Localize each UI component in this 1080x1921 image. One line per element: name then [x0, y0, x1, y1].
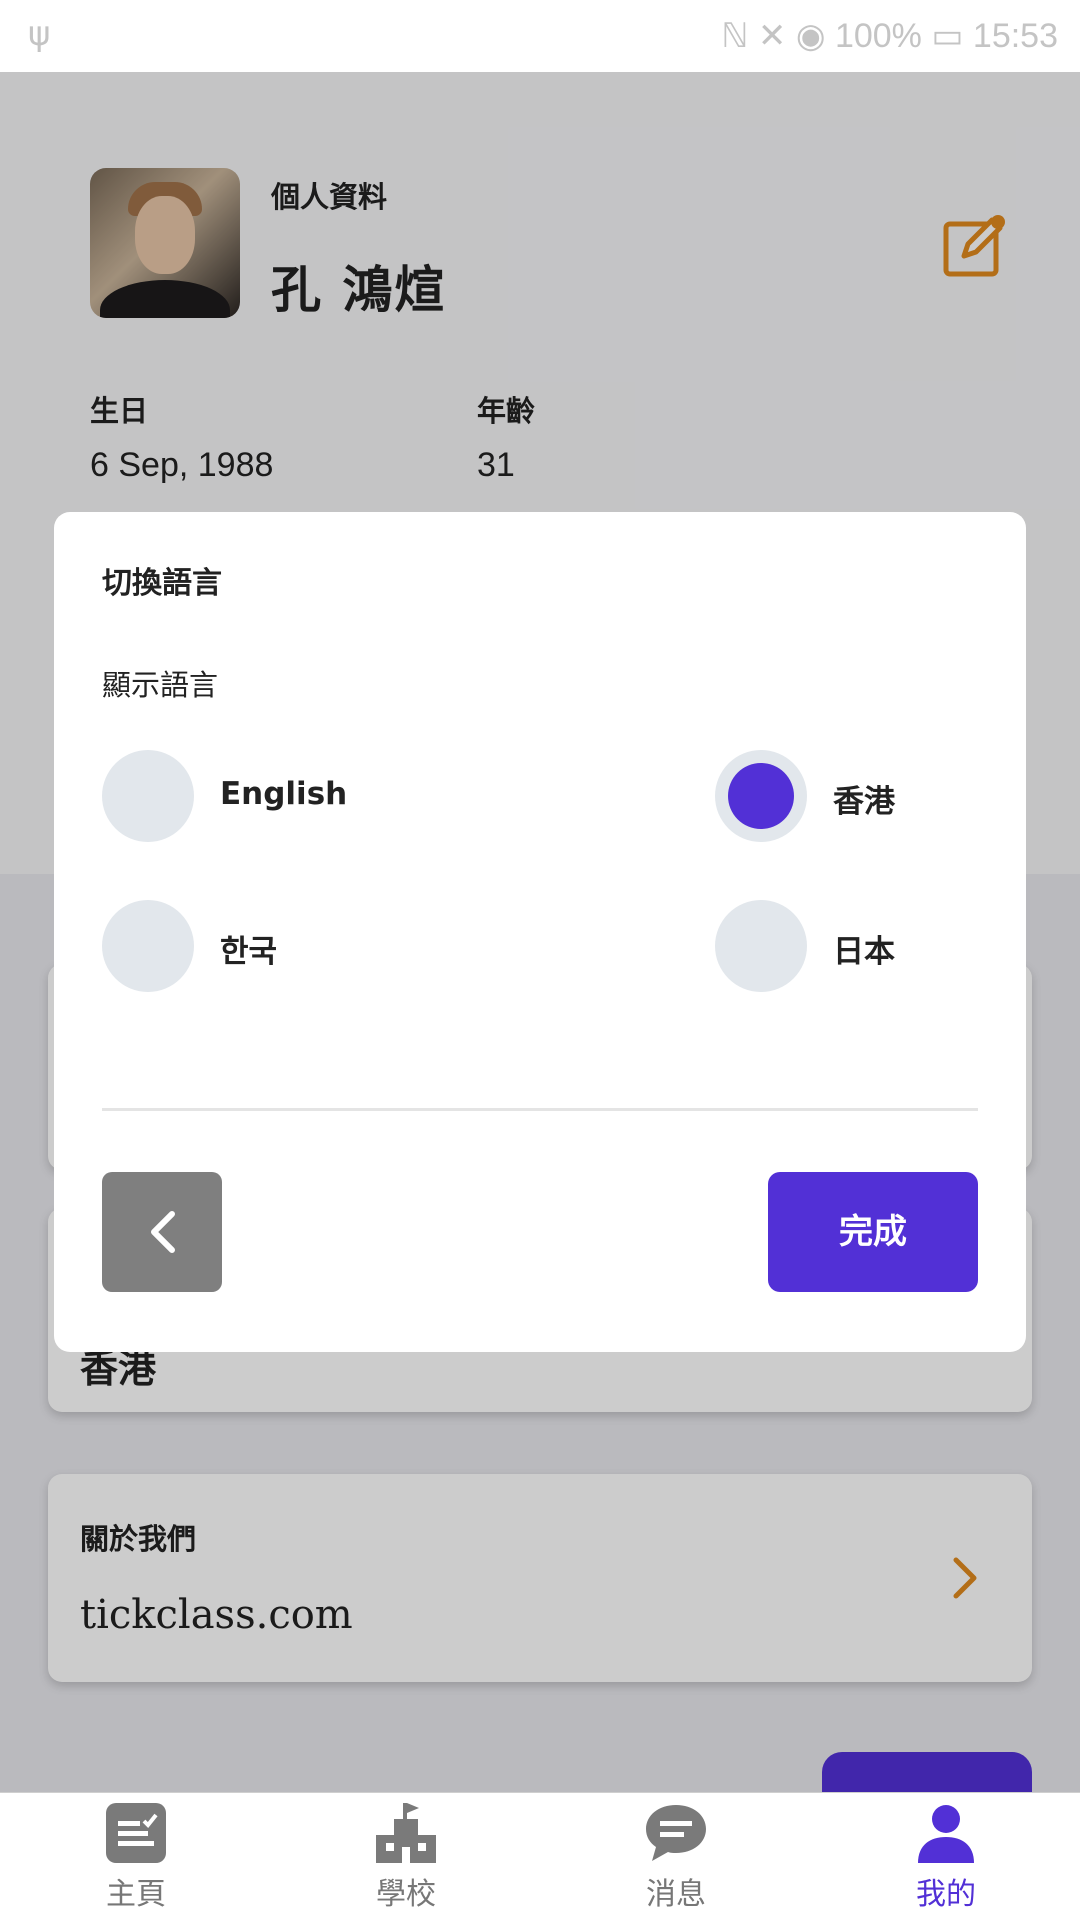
- language-option-hongkong[interactable]: 香港: [715, 750, 975, 842]
- radio-button-selected[interactable]: [715, 750, 807, 842]
- radio-button[interactable]: [102, 750, 194, 842]
- language-option-english[interactable]: English: [102, 750, 522, 842]
- nav-item-messages[interactable]: 消息: [576, 1801, 776, 1913]
- nav-label: 學校: [376, 1877, 436, 1912]
- radio-button[interactable]: [715, 900, 807, 992]
- radio-button[interactable]: [102, 900, 194, 992]
- nav-item-profile[interactable]: 我的: [846, 1801, 1046, 1913]
- status-icons-text: ℕ ✕ ◉ 100% ▭ 15:53: [721, 17, 1058, 55]
- profile-icon: [918, 1805, 974, 1863]
- option-label: 한국: [220, 934, 278, 970]
- chevron-left-icon: [151, 1211, 175, 1253]
- school-icon: [376, 1803, 436, 1863]
- back-button[interactable]: [102, 1172, 222, 1292]
- done-button[interactable]: 完成: [768, 1172, 978, 1292]
- option-label: English: [220, 776, 348, 812]
- language-dialog: 切換語言 顯示語言 English 香港 한국 日本 完成: [54, 512, 1026, 1352]
- nav-label: 主頁: [106, 1877, 166, 1912]
- divider: [102, 1108, 978, 1111]
- language-option-japanese[interactable]: 日本: [715, 900, 975, 992]
- option-label: 香港: [833, 784, 895, 820]
- nav-item-school[interactable]: 學校: [306, 1801, 506, 1913]
- usb-icon: ψ: [28, 14, 51, 54]
- home-icon: [106, 1803, 166, 1863]
- nav-item-home[interactable]: 主頁: [36, 1801, 236, 1913]
- message-icon: [646, 1805, 706, 1861]
- status-bar: ψ ℕ ✕ ◉ 100% ▭ 15:53: [0, 0, 1080, 72]
- bottom-nav: 主頁 學校 消息 我的: [0, 1792, 1080, 1921]
- dialog-subtitle: 顯示語言: [102, 668, 219, 702]
- nav-label: 我的: [916, 1877, 976, 1912]
- dialog-title: 切換語言: [102, 566, 222, 601]
- language-option-korean[interactable]: 한국: [102, 900, 522, 992]
- nav-label: 消息: [646, 1877, 706, 1912]
- option-label: 日本: [833, 934, 895, 970]
